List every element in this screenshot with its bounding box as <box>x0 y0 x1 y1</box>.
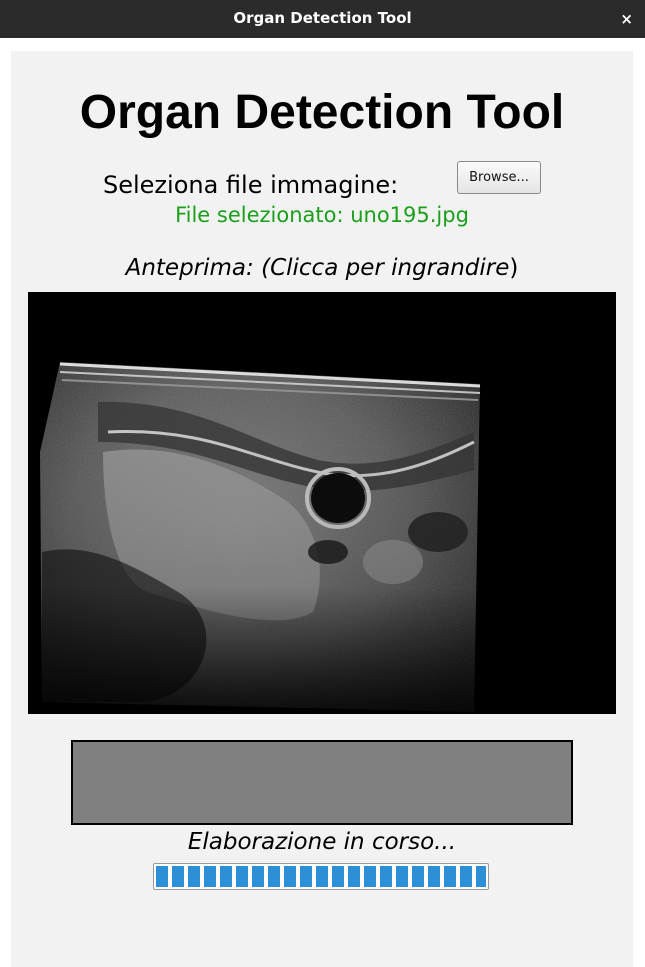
progress-bar <box>153 863 489 890</box>
preview-label-hint: Clicca per ingrandire <box>270 255 510 281</box>
window-titlebar: Organ Detection Tool × <box>0 0 645 38</box>
window-title: Organ Detection Tool <box>233 9 412 27</box>
close-icon[interactable]: × <box>620 9 633 29</box>
result-box <box>71 740 573 825</box>
preview-label: Anteprima: (Clicca per ingrandire) <box>11 255 633 281</box>
preview-label-suffix: ) <box>509 255 519 281</box>
file-select-label: Seleziona file immagine: <box>103 171 399 199</box>
ultrasound-image[interactable] <box>28 292 616 714</box>
browse-button[interactable]: Browse... <box>457 161 541 194</box>
image-preview[interactable] <box>28 292 616 714</box>
selected-file-text: File selezionato: uno195.jpg <box>175 203 469 227</box>
progress-fill <box>156 866 486 887</box>
window-content: Organ Detection Tool Seleziona file imma… <box>0 38 645 967</box>
status-text: Elaborazione in corso... <box>187 829 457 855</box>
main-panel: Organ Detection Tool Seleziona file imma… <box>11 51 633 967</box>
app-title: Organ Detection Tool <box>79 86 565 139</box>
preview-label-prefix: Anteprima: ( <box>125 255 271 281</box>
